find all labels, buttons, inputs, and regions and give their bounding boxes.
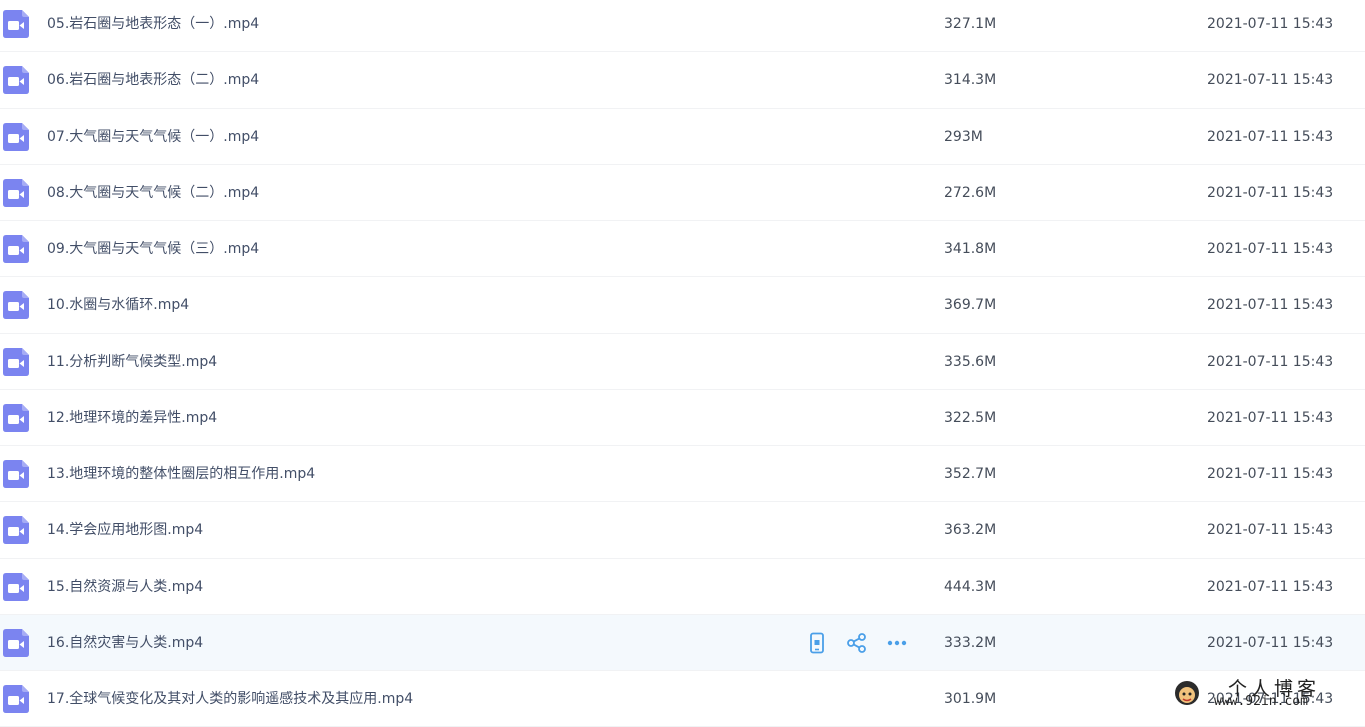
- video-file-icon: [3, 516, 29, 545]
- video-file-icon: [3, 66, 29, 95]
- phone-icon: [810, 632, 824, 654]
- file-date: 2021-07-11 15:43: [1207, 353, 1334, 370]
- file-size: 327.1M: [944, 16, 997, 32]
- file-row[interactable]: 08.大气圈与天气气候（二）.mp4 272.6M 2021-07-11 15:43: [0, 165, 1365, 221]
- file-date: 2021-07-11 15:43: [1207, 72, 1334, 89]
- file-size: 352.7M: [944, 466, 997, 482]
- file-name[interactable]: 17.全球气候变化及其对人类的影响遥感技术及其应用.mp4: [47, 671, 413, 727]
- watermark: 个人博客 www.92in.com: [1170, 676, 1360, 714]
- more-icon: [887, 640, 907, 645]
- file-date: 2021-07-11 15:43: [1207, 184, 1334, 201]
- file-name[interactable]: 13.地理环境的整体性圈层的相互作用.mp4: [47, 446, 315, 502]
- file-list: 05.岩石圈与地表形态（一）.mp4 327.1M 2021-07-11 15:43…: [0, 0, 1365, 727]
- share-icon: [847, 632, 866, 653]
- share-icon-button[interactable]: [846, 632, 868, 654]
- file-name[interactable]: 08.大气圈与天气气候（二）.mp4: [47, 165, 259, 221]
- file-name[interactable]: 10.水圈与水循环.mp4: [47, 277, 189, 333]
- file-row[interactable]: 10.水圈与水循环.mp4 369.7M 2021-07-11 15:43: [0, 277, 1365, 334]
- file-row[interactable]: 13.地理环境的整体性圈层的相互作用.mp4 352.7M 2021-07-11 1…: [0, 446, 1365, 503]
- file-name[interactable]: 14.学会应用地形图.mp4: [47, 502, 203, 558]
- file-name[interactable]: 12.地理环境的差异性.mp4: [47, 390, 217, 446]
- file-date: 2021-07-11 15:43: [1207, 578, 1334, 595]
- video-file-icon: [3, 685, 29, 713]
- file-name[interactable]: 06.岩石圈与地表形态（二）.mp4: [47, 52, 259, 108]
- file-row[interactable]: 12.地理环境的差异性.mp4 322.5M 2021-07-11 15:43: [0, 390, 1365, 446]
- file-row[interactable]: 16.自然灾害与人类.mp4 333.2M 2021-07-11 15:43: [0, 614, 1365, 671]
- video-file-icon: [3, 291, 29, 320]
- row-actions: [806, 632, 926, 654]
- file-row[interactable]: 11.分析判断气候类型.mp4 335.6M 2021-07-11 15:43: [0, 334, 1365, 390]
- file-size: 335.6M: [944, 353, 997, 370]
- file-name[interactable]: 11.分析判断气候类型.mp4: [47, 334, 217, 390]
- file-date: 2021-07-11 15:43: [1207, 297, 1334, 314]
- video-file-icon: [3, 235, 29, 263]
- file-size: 333.2M: [944, 634, 997, 651]
- more-icon-button[interactable]: [886, 632, 908, 654]
- phone-icon-button[interactable]: [806, 632, 828, 654]
- file-row[interactable]: 06.岩石圈与地表形态（二）.mp4 314.3M 2021-07-11 15:43: [0, 52, 1365, 109]
- file-date: 2021-07-11 15:43: [1207, 409, 1334, 426]
- file-date: 2021-07-11 15:43: [1207, 522, 1334, 539]
- scrollbar[interactable]: [1359, 0, 1365, 715]
- video-file-icon: [3, 628, 29, 657]
- file-size: 322.5M: [944, 409, 997, 426]
- video-file-icon: [3, 403, 29, 432]
- video-file-icon: [3, 10, 29, 38]
- file-date: 2021-07-11 15:43: [1207, 241, 1334, 257]
- file-name[interactable]: 07.大气圈与天气气候（一）.mp4: [47, 109, 259, 165]
- video-file-icon: [3, 178, 29, 207]
- file-size: 444.3M: [944, 578, 997, 595]
- file-name[interactable]: 15.自然资源与人类.mp4: [47, 559, 203, 615]
- file-row[interactable]: 07.大气圈与天气气候（一）.mp4 293M 2021-07-11 15:43: [0, 109, 1365, 165]
- watermark-avatar-icon: [1175, 681, 1199, 705]
- file-size: 293M: [944, 128, 983, 145]
- file-row[interactable]: 17.全球气候变化及其对人类的影响遥感技术及其应用.mp4 301.9M 2021-…: [0, 671, 1365, 727]
- file-row[interactable]: 05.岩石圈与地表形态（一）.mp4 327.1M 2021-07-11 15:43: [0, 0, 1365, 53]
- file-name[interactable]: 05.岩石圈与地表形态（一）.mp4: [47, 0, 259, 52]
- video-file-icon: [3, 122, 29, 151]
- file-date: 2021-07-11 15:43: [1207, 16, 1334, 32]
- file-name[interactable]: 09.大气圈与天气气候（三）.mp4: [47, 221, 259, 277]
- file-size: 341.8M: [944, 241, 997, 257]
- file-date: 2021-07-11 15:43: [1207, 128, 1334, 145]
- video-file-icon: [3, 460, 29, 488]
- file-size: 301.9M: [944, 691, 997, 707]
- file-row[interactable]: 14.学会应用地形图.mp4 363.2M 2021-07-11 15:43: [0, 502, 1365, 559]
- video-file-icon: [3, 572, 29, 601]
- file-size: 369.7M: [944, 297, 997, 314]
- file-size: 272.6M: [944, 184, 997, 201]
- file-date: 2021-07-11 15:43: [1207, 466, 1334, 482]
- file-row[interactable]: 15.自然资源与人类.mp4 444.3M 2021-07-11 15:43: [0, 559, 1365, 615]
- video-file-icon: [3, 347, 29, 376]
- file-name[interactable]: 16.自然灾害与人类.mp4: [47, 615, 203, 671]
- file-row[interactable]: 09.大气圈与天气气候（三）.mp4 341.8M 2021-07-11 15:43: [0, 221, 1365, 278]
- file-size: 314.3M: [944, 72, 997, 89]
- file-date: 2021-07-11 15:43: [1207, 634, 1334, 651]
- watermark-url: www.92in.com: [1214, 694, 1308, 709]
- file-size: 363.2M: [944, 522, 997, 539]
